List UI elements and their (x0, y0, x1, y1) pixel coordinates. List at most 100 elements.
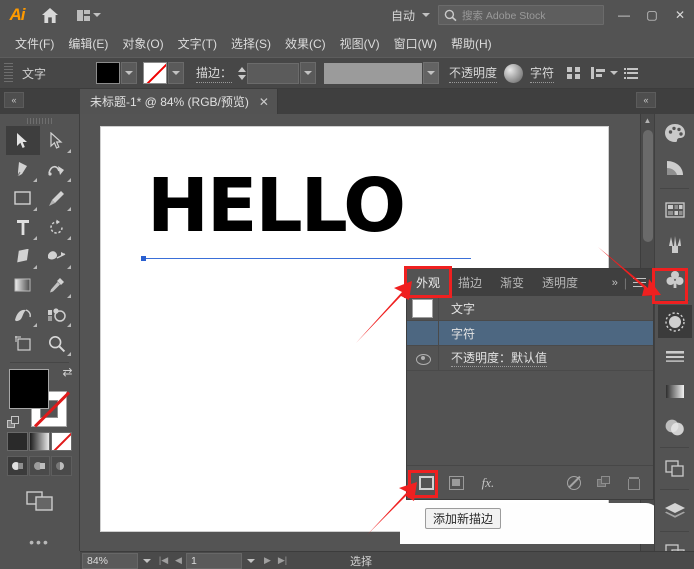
first-page-icon[interactable]: |◀ (156, 553, 171, 569)
rotate-tool[interactable] (40, 213, 74, 242)
stroke-color-swatch[interactable] (143, 62, 167, 84)
draw-normal-button[interactable] (7, 456, 28, 476)
tab-stroke[interactable]: 描边 (449, 269, 491, 296)
tab-appearance[interactable]: 外观 (407, 269, 450, 296)
draw-behind-button[interactable] (29, 456, 50, 476)
character-label[interactable]: 字符 (530, 64, 555, 83)
stroke-weight-stepper[interactable] (236, 63, 247, 83)
artboard-tool[interactable] (6, 329, 40, 358)
type-tool[interactable] (6, 213, 40, 242)
close-icon[interactable]: ✕ (259, 95, 269, 109)
rail-icon-appearance[interactable] (657, 305, 692, 338)
align-icon[interactable] (567, 67, 581, 79)
menu-select[interactable]: 选择(S) (224, 32, 278, 55)
shape-builder-tool[interactable] (40, 242, 74, 271)
panel-menu-icon[interactable] (633, 277, 646, 288)
direct-selection-tool[interactable] (40, 126, 74, 155)
fill-color-control[interactable] (8, 369, 49, 409)
add-new-stroke-button[interactable] (415, 472, 437, 493)
appearance-row-opacity[interactable]: 不透明度：默认值 (407, 346, 653, 371)
rail-icon-gradient[interactable] (658, 375, 692, 408)
swap-fill-stroke-icon[interactable]: ⇄ (62, 365, 72, 379)
rail-icon-color[interactable] (658, 116, 692, 149)
rail-icon-brushes[interactable] (658, 228, 692, 261)
menu-effect[interactable]: 效果(C) (278, 32, 333, 55)
color-mode-button[interactable] (7, 432, 28, 451)
tools-panel-grip[interactable] (26, 118, 53, 124)
stroke-weight-input[interactable] (247, 62, 300, 84)
scrollbar-thumb[interactable] (643, 130, 653, 242)
delete-item-button[interactable] (623, 472, 645, 493)
eyedropper-tool[interactable] (40, 271, 74, 300)
zoom-level-input[interactable]: 84% (82, 552, 138, 569)
page-dropdown[interactable] (242, 553, 260, 569)
rail-icon-transparency[interactable] (658, 410, 692, 443)
selection-tool[interactable] (5, 126, 40, 155)
rail-icon-pathfinder[interactable] (658, 452, 692, 485)
control-bar-grip[interactable] (4, 63, 13, 83)
menu-object[interactable]: 对象(O) (115, 32, 170, 55)
appearance-row-type[interactable]: 文字 (407, 296, 653, 321)
symbol-sprayer-tool[interactable] (6, 300, 40, 329)
gradient-tool[interactable] (6, 271, 40, 300)
duplicate-item-button[interactable] (593, 472, 615, 493)
opacity-label[interactable]: 不透明度 (449, 64, 498, 83)
add-new-fill-button[interactable] (445, 472, 467, 493)
more-options-icon[interactable] (624, 67, 639, 79)
stroke-weight-label[interactable]: 描边： (196, 64, 233, 83)
distribute-icon[interactable] (591, 67, 606, 79)
screen-mode-icon[interactable] (0, 490, 79, 512)
next-page-icon[interactable]: ▶ (260, 553, 275, 569)
tab-gradient[interactable]: 渐变 (491, 269, 533, 296)
prev-page-icon[interactable]: ◀ (171, 553, 186, 569)
rail-icon-stroke[interactable] (658, 340, 692, 373)
graph-tool[interactable] (40, 300, 74, 329)
close-button[interactable]: ✕ (666, 0, 694, 30)
menu-view[interactable]: 视图(V) (333, 32, 387, 55)
menu-file[interactable]: 文件(F) (8, 32, 61, 55)
collapse-right-icon[interactable]: « (636, 92, 656, 108)
stroke-dropdown-arrow[interactable] (168, 62, 184, 84)
menu-window[interactable]: 窗口(W) (387, 32, 444, 55)
chevron-down-icon[interactable] (610, 71, 619, 75)
opacity-sphere-icon[interactable] (504, 63, 524, 83)
default-fill-stroke-icon[interactable] (6, 416, 22, 429)
fill-color-swatch[interactable] (96, 62, 120, 84)
document-tab[interactable]: 未标题-1* @ 84% (RGB/预览) ✕ (80, 89, 278, 114)
stroke-profile-dropdown[interactable] (324, 62, 423, 84)
minimize-button[interactable]: — (610, 0, 638, 30)
stroke-weight-dropdown-arrow[interactable] (300, 62, 317, 84)
scroll-up-icon[interactable]: ▲ (641, 114, 654, 127)
menu-edit[interactable]: 编辑(E) (61, 32, 115, 55)
search-input[interactable]: 搜索 Adobe Stock (438, 5, 604, 25)
draw-inside-button[interactable] (51, 456, 72, 476)
visibility-toggle[interactable] (407, 346, 439, 370)
appearance-row-label[interactable]: 不透明度：默认值 (451, 349, 548, 367)
zoom-tool[interactable] (40, 329, 74, 358)
artwork-text[interactable]: HELLO (147, 169, 406, 243)
collapse-left-icon[interactable]: « (4, 92, 24, 108)
home-icon[interactable] (34, 0, 66, 30)
stroke-profile-dropdown-arrow[interactable] (423, 62, 440, 84)
edit-toolbar-ellipsis-icon[interactable]: ••• (0, 534, 79, 550)
curvature-tool[interactable] (40, 155, 74, 184)
panel-overflow-icon[interactable]: » (612, 277, 618, 289)
maximize-button[interactable]: ▢ (638, 0, 666, 30)
appearance-row-swatch[interactable] (412, 298, 433, 318)
tab-transparency[interactable]: 透明度 (533, 269, 587, 296)
menu-type[interactable]: 文字(T) (171, 32, 224, 55)
zoom-level-dropdown[interactable] (138, 553, 156, 569)
pen-tool[interactable] (6, 155, 40, 184)
clear-appearance-button[interactable] (563, 472, 585, 493)
last-page-icon[interactable]: ▶| (275, 553, 290, 569)
none-mode-button[interactable] (51, 432, 72, 451)
appearance-row-characters[interactable]: 字符 (407, 321, 653, 346)
menu-help[interactable]: 帮助(H) (444, 32, 499, 55)
page-number-input[interactable]: 1 (186, 552, 242, 569)
appearance-row-swatch-cell[interactable] (407, 296, 439, 320)
add-new-effect-button[interactable]: fx. (475, 472, 501, 493)
paintbrush-tool[interactable] (40, 184, 74, 213)
eraser-tool[interactable] (6, 242, 40, 271)
rectangle-tool[interactable] (6, 184, 40, 213)
rail-icon-swatches[interactable] (658, 193, 692, 226)
